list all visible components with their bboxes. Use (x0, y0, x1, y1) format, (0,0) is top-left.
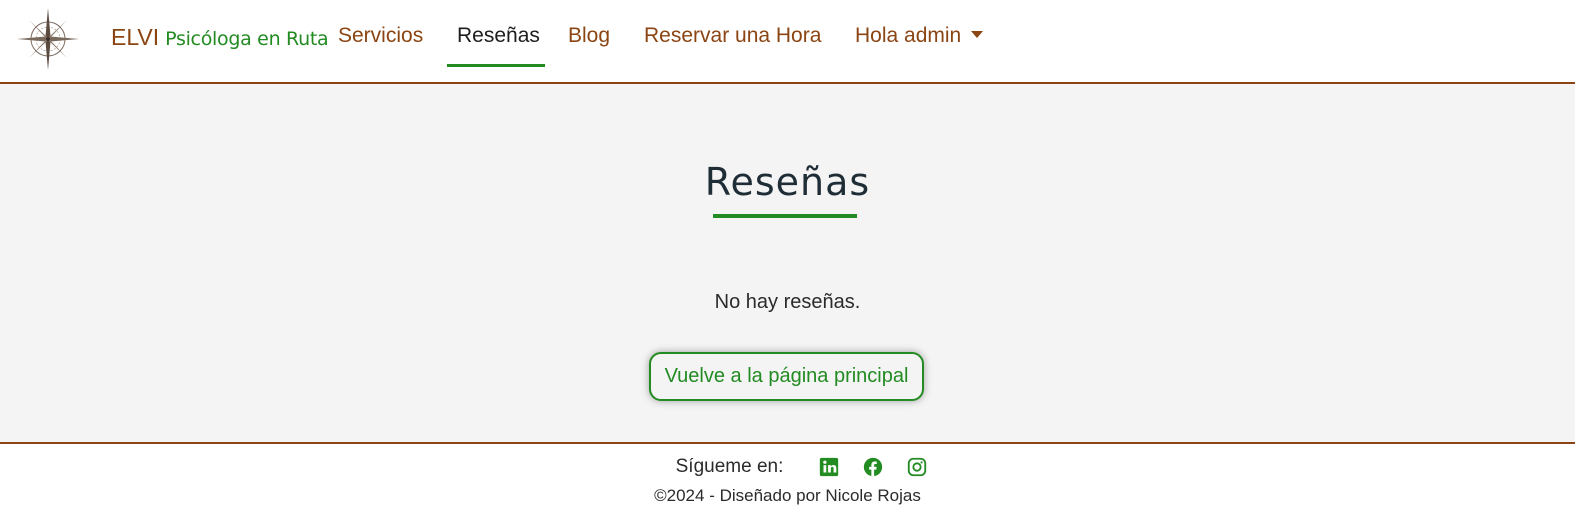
nav-servicios[interactable]: Servicios (338, 24, 423, 48)
page-title: Reseñas (704, 160, 871, 204)
follow-label: Sígueme en: (675, 456, 784, 477)
brand-subtitle: Psicóloga en Ruta (165, 28, 329, 50)
linkedin-icon[interactable] (818, 456, 840, 478)
copyright: ©2024 - Diseñado por Nicole Rojas (654, 486, 921, 505)
brand-name: ELVI (111, 24, 160, 50)
facebook-icon[interactable] (862, 456, 884, 478)
compass-logo-icon[interactable] (15, 6, 81, 72)
empty-reviews-message: No hay reseñas. (714, 291, 861, 313)
back-home-button[interactable]: Vuelve a la página principal (649, 352, 924, 401)
social-links: Sígueme en: (0, 456, 1575, 478)
main-content: Reseñas No hay reseñas. Vuelve a la pági… (0, 84, 1575, 444)
active-nav-indicator (447, 64, 545, 67)
title-underline (713, 214, 857, 218)
navbar: ELVI Psicóloga en Ruta Servicios Reseñas… (0, 0, 1575, 84)
brand[interactable]: ELVI Psicóloga en Ruta (111, 24, 329, 51)
instagram-icon[interactable] (906, 456, 928, 478)
user-menu-label: Hola admin (855, 24, 962, 47)
nav-reservar-hora[interactable]: Reservar una Hora (644, 24, 821, 48)
nav-blog[interactable]: Blog (568, 24, 610, 48)
footer: Sígueme en: ©2024 - Diseñado por Nicole … (0, 446, 1575, 510)
caret-down-icon (971, 31, 984, 38)
nav-resenas[interactable]: Reseñas (457, 24, 540, 48)
user-menu-dropdown[interactable]: Hola admin (855, 24, 984, 48)
